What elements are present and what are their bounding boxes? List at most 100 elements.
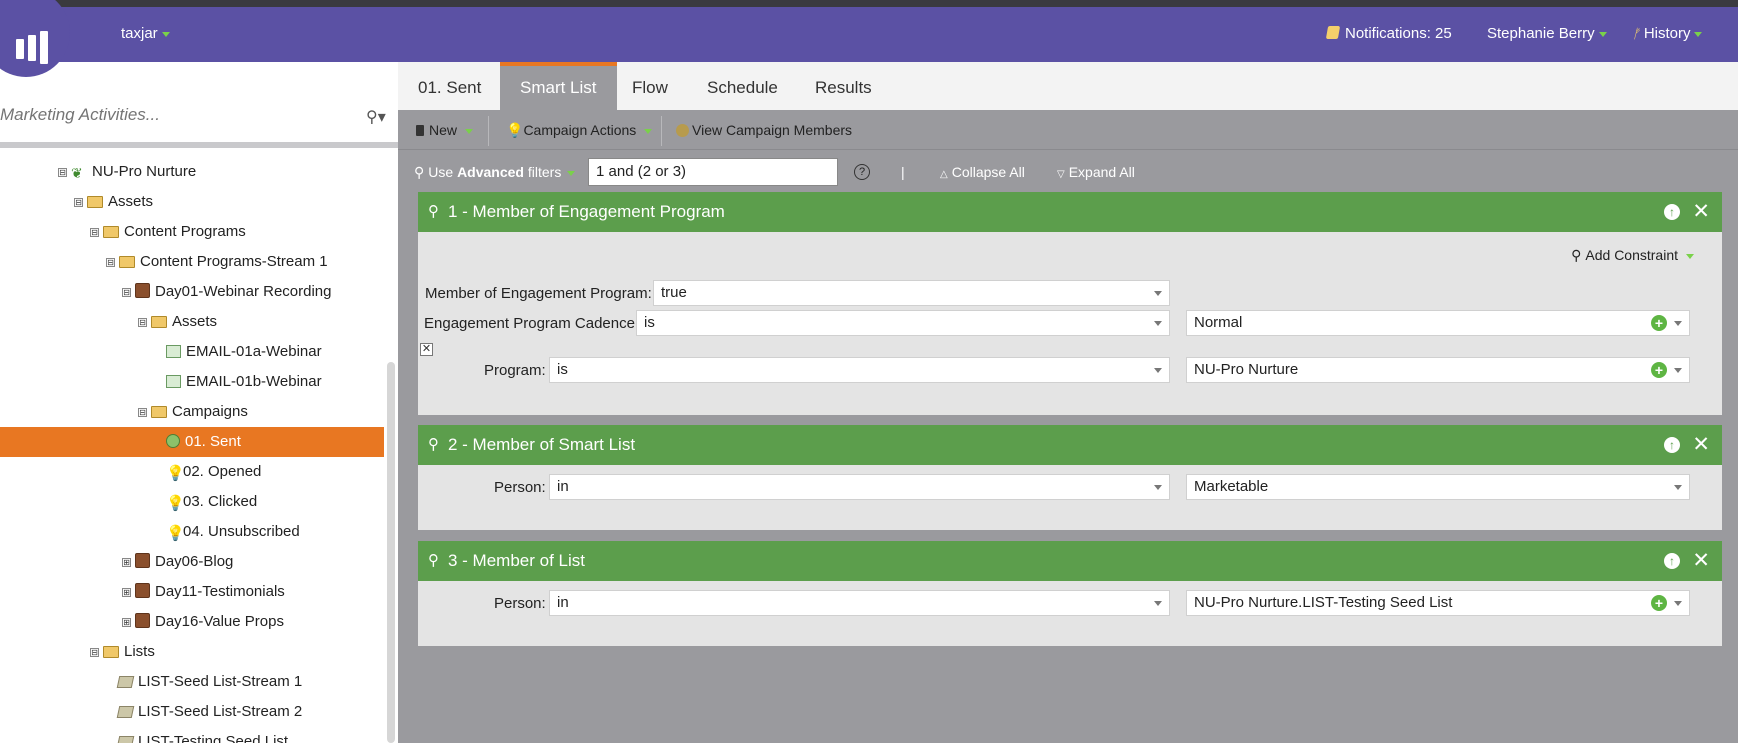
tree-node[interactable]: ⊞ Day16-Value Props <box>122 607 284 637</box>
tree-node[interactable]: EMAIL-01a-Webinar <box>166 337 322 367</box>
add-constraint-caret-icon <box>1686 253 1694 259</box>
remove-filter-icon[interactable]: ✕ <box>1692 192 1710 232</box>
value-text: NU-Pro Nurture <box>1194 361 1299 378</box>
tree-node[interactable]: ⊟ Assets <box>138 307 217 337</box>
collapse-toggle-icon[interactable]: ⊟ <box>90 228 99 237</box>
user-name: Stephanie Berry <box>1487 25 1595 42</box>
tab-schedule[interactable]: Schedule <box>687 62 798 110</box>
tab-smart-list[interactable]: Smart List <box>500 62 617 110</box>
collapse-toggle-icon[interactable]: ⊟ <box>122 288 131 297</box>
tab-01-sent[interactable]: 01. Sent <box>398 62 501 110</box>
lightbulb-icon: 💡 <box>506 122 524 138</box>
view-campaign-members-button[interactable]: View Campaign Members <box>676 122 852 138</box>
tree-node-label: Campaigns <box>172 403 248 420</box>
collapse-toggle-icon[interactable]: ⊟ <box>58 168 67 177</box>
left-nav-panel: ⚲▾ ⊟ ❦ NU-Pro Nurture ⊟ Assets ⊟ Content Pro… <box>0 62 398 743</box>
tree-node[interactable]: ⊟ Assets <box>74 187 153 217</box>
new-button[interactable]: New <box>416 122 474 138</box>
user-menu[interactable]: Stephanie Berry <box>1487 25 1607 42</box>
value-select[interactable]: NU-Pro Nurture + <box>1186 357 1690 383</box>
workspace-switcher[interactable]: taxjar <box>121 25 170 42</box>
add-value-icon[interactable]: + <box>1651 595 1667 611</box>
value-select[interactable]: Normal + <box>1186 310 1690 336</box>
move-up-icon[interactable]: ↑ <box>1664 553 1680 569</box>
notifications-button[interactable]: Notifications: 25 <box>1325 25 1452 42</box>
filter-row-label: Engagement Program Cadence: <box>424 315 640 332</box>
collapse-toggle-icon[interactable]: ⊟ <box>138 318 147 327</box>
expand-toggle-icon[interactable]: ⊞ <box>122 558 131 567</box>
expand-all-label: Expand All <box>1068 164 1135 180</box>
operator-select[interactable]: is <box>549 357 1170 383</box>
campaign-actions-label: Campaign Actions <box>523 122 637 138</box>
tree-scrollbar[interactable] <box>387 362 395 743</box>
collapse-toggle-icon[interactable]: ⊟ <box>74 198 83 207</box>
collapse-toggle-icon[interactable]: ⊟ <box>106 258 115 267</box>
filter-1-header[interactable]: ⚲ 1 - Member of Engagement Program ↑ ✕ <box>418 192 1722 232</box>
campaign-actions-button[interactable]: 💡Campaign Actions <box>506 122 653 139</box>
operator-select[interactable]: true <box>653 280 1170 306</box>
remove-filter-icon[interactable]: ✕ <box>1692 541 1710 581</box>
tree-node-label: LIST-Seed List-Stream 2 <box>138 703 303 720</box>
operator-select[interactable]: in <box>549 474 1170 500</box>
tree-node[interactable]: LIST-Seed List-Stream 2 <box>116 697 303 727</box>
value-select[interactable]: NU-Pro Nurture.LIST-Testing Seed List + <box>1186 590 1690 616</box>
move-up-icon[interactable]: ↑ <box>1664 437 1680 453</box>
filter-panel-1: ⚲ 1 - Member of Engagement Program ↑ ✕ ⚲… <box>418 192 1722 415</box>
tree-node[interactable]: LIST-Testing Seed List <box>116 727 288 743</box>
filter-3-title: 3 - Member of List <box>448 551 585 570</box>
filter-3-header[interactable]: ⚲ 3 - Member of List ↑ ✕ <box>418 541 1722 581</box>
tree-node-label: 02. Opened <box>183 463 262 480</box>
tree-node[interactable]: 💡04. Unsubscribed <box>166 517 300 547</box>
search-input[interactable] <box>0 100 360 130</box>
tree-node-selected[interactable]: 01. Sent <box>0 427 384 457</box>
expand-toggle-icon[interactable]: ⊞ <box>122 588 131 597</box>
operator-select[interactable]: in <box>549 590 1170 616</box>
tree-node[interactable]: 💡03. Clicked <box>166 487 257 517</box>
filter-2-header[interactable]: ⚲ 2 - Member of Smart List ↑ ✕ <box>418 425 1722 465</box>
tab-results[interactable]: Results <box>795 62 892 110</box>
notification-icon <box>1325 26 1341 39</box>
add-value-icon[interactable]: + <box>1651 362 1667 378</box>
tree-node[interactable]: LIST-Seed List-Stream 1 <box>116 667 302 697</box>
remove-filter-icon[interactable]: ✕ <box>1692 425 1710 465</box>
collapse-all-button[interactable]: △ Collapse All <box>940 164 1025 180</box>
tree-node[interactable]: ⊟ Content Programs <box>90 217 246 247</box>
tree-node[interactable]: ⊟ Content Programs-Stream 1 <box>106 247 328 277</box>
add-value-icon[interactable]: + <box>1651 315 1667 331</box>
tree-node[interactable]: ⊟ Campaigns <box>138 397 248 427</box>
tree-node-label: EMAIL-01b-Webinar <box>186 373 322 390</box>
constraint-wrench-icon: ⚲ <box>1571 247 1582 263</box>
operator-select[interactable]: is <box>636 310 1170 336</box>
tree-node[interactable]: 💡02. Opened <box>166 457 261 487</box>
operator-value: in <box>557 478 569 495</box>
tree-node[interactable]: ⊟ ❦ NU-Pro Nurture <box>58 157 196 187</box>
help-icon[interactable]: ? <box>854 164 870 180</box>
search-options-icon[interactable]: ⚲▾ <box>366 107 386 127</box>
advanced-label: Advanced <box>457 164 524 180</box>
dropdown-caret-icon <box>1674 321 1682 326</box>
advanced-logic-input[interactable]: 1 and (2 or 3) <box>588 158 838 186</box>
program-icon <box>135 553 150 568</box>
tree-node-label: 03. Clicked <box>183 493 258 510</box>
tree-node[interactable]: ⊞ Day06-Blog <box>122 547 233 577</box>
tab-flow[interactable]: Flow <box>612 62 688 110</box>
add-constraint-label: Add Constraint <box>1585 247 1678 263</box>
collapse-toggle-icon[interactable]: ⊟ <box>90 648 99 657</box>
tree-node[interactable]: ⊟ Day01-Webinar Recording <box>122 277 331 307</box>
tree-node[interactable]: ⊟ Lists <box>90 637 155 667</box>
value-select[interactable]: Marketable <box>1186 474 1690 500</box>
advanced-filters-toggle[interactable]: ⚲ Use Advanced filters <box>414 164 576 181</box>
tree-node[interactable]: EMAIL-01b-Webinar <box>166 367 322 397</box>
expand-all-button[interactable]: ▽ Expand All <box>1057 164 1135 180</box>
collapse-toggle-icon[interactable]: ⊟ <box>138 408 147 417</box>
expand-toggle-icon[interactable]: ⊞ <box>122 618 131 627</box>
history-label: History <box>1643 25 1691 42</box>
folder-icon <box>119 256 135 268</box>
move-up-icon[interactable]: ↑ <box>1664 204 1680 220</box>
tree-node-label: Lists <box>124 643 155 660</box>
history-menu[interactable]: ᚠ History <box>1632 25 1703 42</box>
add-constraint-button[interactable]: ⚲ Add Constraint <box>1571 247 1694 264</box>
tree-node[interactable]: ⊞ Day11-Testimonials <box>122 577 285 607</box>
operator-value: true <box>661 284 687 301</box>
remove-constraint-icon[interactable]: ✕ <box>420 343 433 356</box>
